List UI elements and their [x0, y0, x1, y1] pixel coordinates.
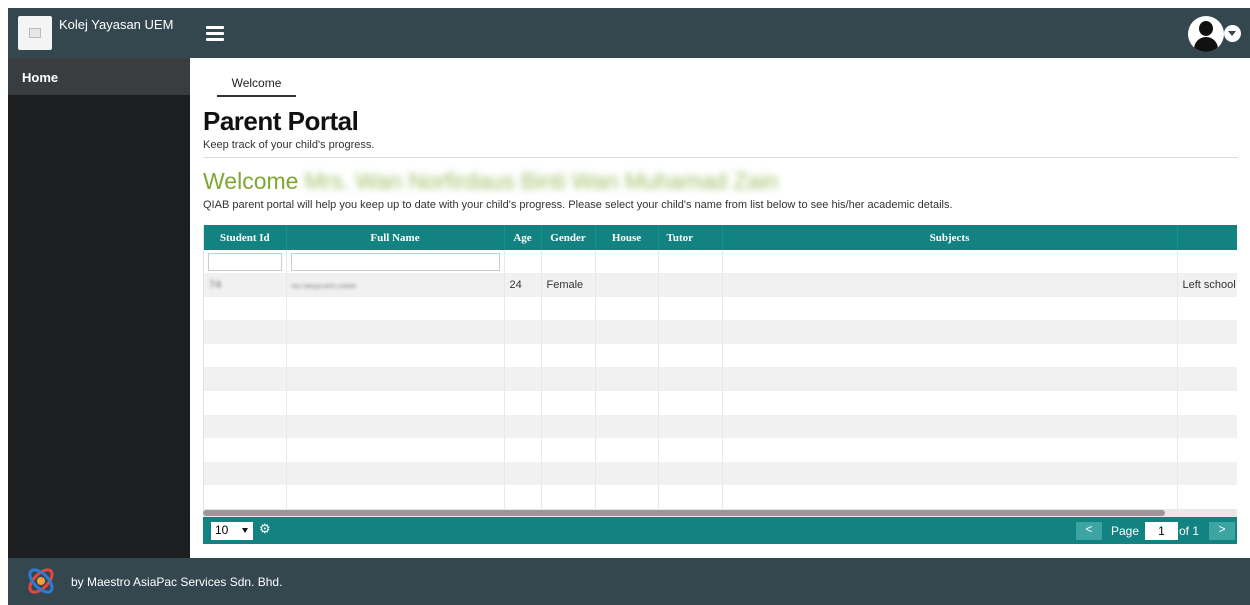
school-logo-icon: [18, 16, 52, 50]
students-grid: Student Id Full Name Age Gender House Tu…: [203, 225, 1237, 543]
column-header-tutor[interactable]: Tutor: [658, 225, 723, 250]
table-row: [204, 438, 1237, 462]
page-subtitle: Keep track of your child's progress.: [203, 139, 375, 151]
subjects-cell: [722, 273, 1178, 297]
page-total-label: of 1: [1179, 524, 1200, 538]
tutor-cell: [658, 273, 723, 297]
page-title: Parent Portal: [203, 106, 359, 136]
column-header-age[interactable]: Age: [504, 225, 542, 250]
full-name-filter-input[interactable]: [290, 252, 500, 271]
parent-name: Mrs. Wan Norfirdaus Binti Wan Muhamad Za…: [304, 168, 779, 194]
filter-cell-student-id: [204, 250, 287, 273]
table-row: [204, 343, 1237, 368]
column-header-subjects[interactable]: Subjects: [722, 225, 1178, 250]
tab-welcome[interactable]: Welcome: [217, 76, 296, 97]
column-header-student-id[interactable]: Student Id: [204, 225, 287, 250]
page-number-input[interactable]: [1145, 522, 1178, 540]
brand[interactable]: Kolej Yayasan UEM: [8, 8, 190, 58]
chevron-down-icon: [1224, 25, 1241, 42]
table-row: [204, 461, 1237, 486]
gender-cell: Female: [541, 273, 596, 297]
user-avatar-icon: [1188, 16, 1224, 52]
top-bar: Kolej Yayasan UEM: [8, 8, 1250, 58]
column-header-house[interactable]: House: [595, 225, 659, 250]
scrollbar-thumb[interactable]: [203, 510, 1165, 516]
house-cell: [595, 273, 659, 297]
table-row: [204, 367, 1237, 391]
status-cell: Left school: [1177, 273, 1237, 297]
next-page-button[interactable]: >: [1209, 522, 1235, 540]
divider: [203, 157, 1238, 158]
brand-name: Kolej Yayasan UEM: [59, 17, 174, 32]
footer-text: by Maestro AsiaPac Services Sdn. Bhd.: [71, 575, 283, 589]
filter-cell-full-name: [286, 250, 505, 273]
hamburger-icon[interactable]: [206, 26, 224, 41]
age-cell: 24: [504, 273, 542, 297]
sidebar: Home: [8, 58, 190, 558]
main-content: Welcome Parent Portal Keep track of your…: [190, 58, 1250, 558]
page-size-select[interactable]: 10: [211, 522, 253, 540]
table-row[interactable]: 74 Nur Aliesya Binti Zulkafli 24 Female …: [204, 273, 1237, 297]
welcome-heading: Welcome Mrs. Wan Norfirdaus Binti Wan Muh…: [203, 168, 778, 195]
page-label: Page: [1111, 524, 1140, 538]
prev-page-button[interactable]: <: [1076, 522, 1102, 540]
user-menu-button[interactable]: [1188, 16, 1241, 52]
column-header-status[interactable]: S: [1177, 225, 1237, 250]
horizontal-scrollbar[interactable]: [203, 509, 1237, 517]
student-id-cell: 74: [204, 273, 287, 297]
maestro-logo-icon: [28, 568, 54, 594]
intro-text: QIAB parent portal will help you keep up…: [203, 199, 953, 211]
column-header-gender[interactable]: Gender: [541, 225, 596, 250]
student-id-filter-input[interactable]: [208, 252, 282, 271]
grid-pager: 10 ⚙ < Page of 1 >: [203, 517, 1237, 544]
table-row: [204, 485, 1237, 509]
gear-icon[interactable]: ⚙: [259, 522, 273, 536]
table-row: [204, 296, 1237, 321]
sidebar-item-home[interactable]: Home: [8, 58, 190, 95]
table-row: [204, 320, 1237, 344]
footer: by Maestro AsiaPac Services Sdn. Bhd.: [8, 558, 1250, 605]
table-row: [204, 390, 1237, 415]
table-row: [204, 414, 1237, 439]
welcome-label: Welcome: [203, 168, 299, 194]
column-header-full-name[interactable]: Full Name: [286, 225, 505, 250]
full-name-cell: Nur Aliesya Binti Zulkafli: [286, 273, 505, 297]
